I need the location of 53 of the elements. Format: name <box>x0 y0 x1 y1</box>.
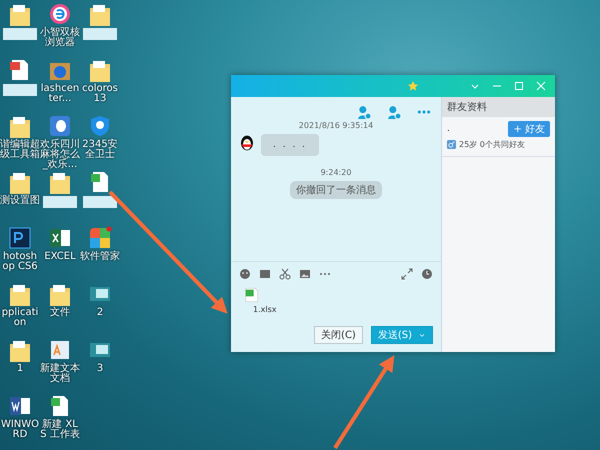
clock-icon[interactable] <box>421 268 433 280</box>
folder-icon[interactable] <box>8 282 32 306</box>
folder-icon[interactable] <box>88 58 112 82</box>
browser-icon[interactable] <box>48 2 72 26</box>
icon-label[interactable]: 测设置图 <box>0 196 40 206</box>
emoji-icon[interactable] <box>239 268 251 280</box>
star-icon <box>407 80 419 92</box>
icon-label[interactable]: pplication <box>0 308 40 328</box>
expand-icon[interactable] <box>401 268 413 280</box>
recall-notice: 你撤回了一条消息 <box>290 181 382 199</box>
photoshop-icon[interactable] <box>8 226 32 250</box>
icon-label[interactable]: 3 <box>80 364 120 374</box>
chevron-down-icon <box>418 331 426 339</box>
icon-label[interactable]: 软件管家 <box>80 252 120 262</box>
file-name: 1.xlsx <box>252 305 276 314</box>
folder-icon[interactable] <box>8 2 32 26</box>
folder-icon[interactable] <box>48 170 72 194</box>
member-info: 25岁 0个共同好友 <box>459 139 525 150</box>
shield-icon[interactable] <box>88 114 112 138</box>
spreadsheet-file-icon <box>243 286 259 304</box>
text-document-icon[interactable] <box>48 338 72 362</box>
icon-label[interactable]: 小智双核浏览器 <box>40 28 80 48</box>
icon-label[interactable]: 2345安全卫士 <box>80 140 120 160</box>
folder-icon[interactable] <box>48 282 72 306</box>
scissors-icon[interactable] <box>279 268 291 280</box>
icon-label[interactable]: 谐编辑超级工具箱 <box>0 140 40 160</box>
word-icon[interactable] <box>8 394 32 418</box>
icon-label[interactable]: lashcenter... <box>40 84 80 104</box>
image-icon[interactable] <box>299 268 311 280</box>
member-name: . <box>447 124 450 134</box>
folder-icon[interactable] <box>8 338 32 362</box>
excel-icon[interactable] <box>48 226 72 250</box>
icon-label[interactable]: coloros 13 <box>80 84 120 104</box>
icon-label[interactable]: WINWORD <box>0 420 40 440</box>
timestamp: 9:24:20 <box>320 168 352 177</box>
icon-label[interactable]: 新建 XLS 工作表 <box>40 420 80 440</box>
close-button[interactable]: 关闭(C) <box>314 326 363 344</box>
icon-label[interactable]: 欢乐四川麻将怎么_欢乐... <box>40 140 80 170</box>
panel-header: 群友资料 <box>442 97 555 117</box>
message-bubble: . . . . <box>261 134 320 156</box>
folder-icon[interactable] <box>8 114 32 138</box>
app-store-icon[interactable] <box>88 226 112 250</box>
icon-label[interactable]: 新建文本文档 <box>40 364 80 384</box>
add-friend-button[interactable]: + 好友 <box>508 121 550 137</box>
penguin-avatar-icon <box>239 134 255 152</box>
icon-label[interactable]: EXCEL <box>40 252 80 262</box>
timestamp: 2021/8/16 9:35:14 <box>298 121 374 130</box>
icon-label[interactable]: hotoshop CS6 <box>0 252 40 272</box>
icon-label[interactable]: 2 <box>80 308 120 318</box>
folder-icon[interactable] <box>8 170 32 194</box>
icon-label[interactable]: 文件 <box>40 308 80 318</box>
folder-icon[interactable] <box>88 2 112 26</box>
icon-label[interactable]: 1 <box>0 364 40 374</box>
